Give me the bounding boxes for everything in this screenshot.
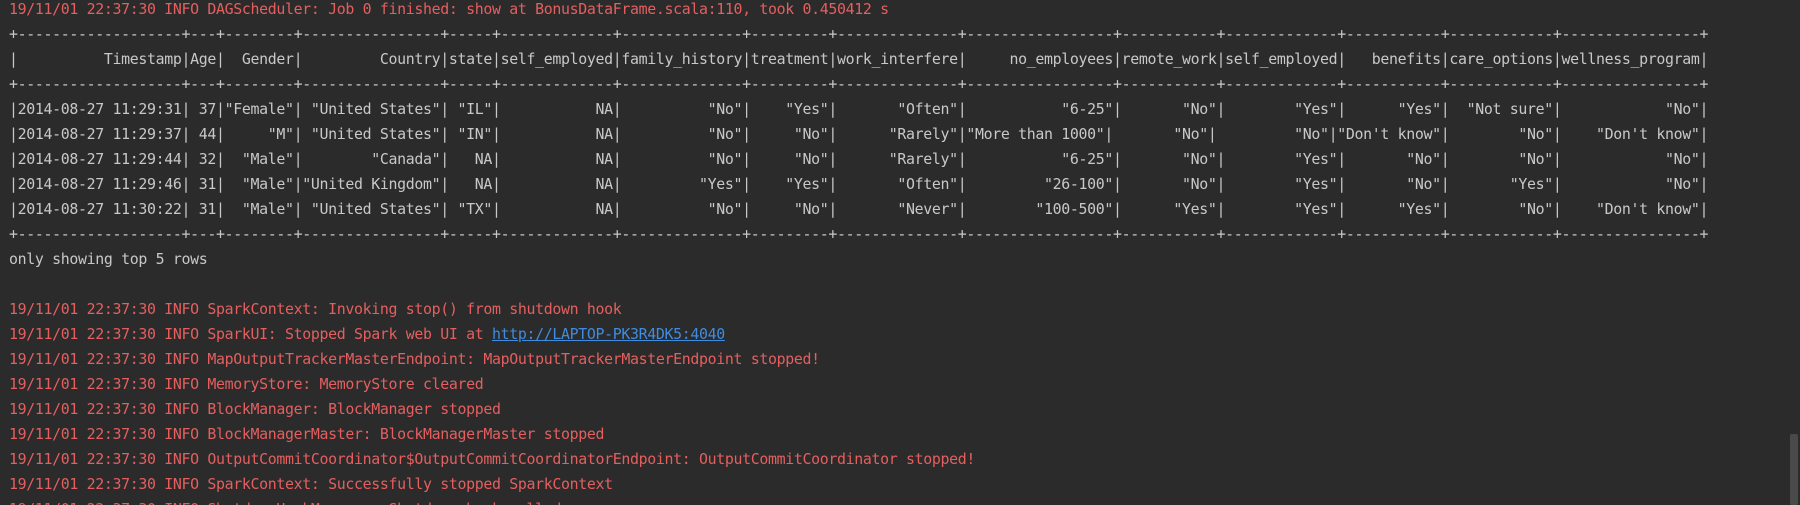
table-border: +-------------------+---+--------+------… [9,75,1709,93]
table-border: +-------------------+---+--------+------… [9,225,1709,243]
table-row: |2014-08-27 11:29:46| 31| "Male"|"United… [9,175,1709,193]
console-output[interactable]: 19/11/01 22:37:30 INFO DAGScheduler: Job… [0,0,1800,505]
table-row: |2014-08-27 11:30:22| 31| "Male"| "Unite… [9,200,1709,218]
table-row: |2014-08-27 11:29:37| 44| "M"| "United S… [9,125,1709,143]
log-line: 19/11/01 22:37:30 INFO DAGScheduler: Job… [9,0,889,18]
log-line: 19/11/01 22:37:30 INFO OutputCommitCoord… [9,450,975,468]
log-line-spark-ui: 19/11/01 22:37:30 INFO SparkUI: Stopped … [9,322,725,347]
partial-log-line: 19/11/01 22:37:30 INFO ShutdownHookManag… [9,497,729,505]
table-header: | Timestamp|Age| Gender| Country|state|s… [9,50,1709,68]
log-line: 19/11/01 22:37:30 INFO SparkContext: Suc… [9,475,613,493]
partial-log-line-text: 19/11/01 22:37:30 INFO ShutdownHookManag… [9,497,729,505]
log-line: 19/11/01 22:37:30 INFO MapOutputTrackerM… [9,350,820,368]
table-row: |2014-08-27 11:29:44| 32| "Male"| "Canad… [9,150,1709,168]
footer-note: only showing top 5 rows [9,250,208,268]
vertical-scrollbar[interactable] [1786,0,1800,505]
spark-ui-link[interactable]: http://LAPTOP-PK3R4DK5:4040 [492,325,725,343]
log-line: 19/11/01 22:37:30 INFO MemoryStore: Memo… [9,375,484,393]
table-row: |2014-08-27 11:29:31| 37|"Female"| "Unit… [9,100,1709,118]
log-line: 19/11/01 22:37:30 INFO BlockManager: Blo… [9,400,501,418]
log-line: 19/11/01 22:37:30 INFO SparkContext: Inv… [9,300,622,318]
log-line: 19/11/01 22:37:30 INFO BlockManagerMaste… [9,425,605,443]
scrollbar-thumb[interactable] [1790,434,1798,505]
log-line-text: 19/11/01 22:37:30 INFO SparkUI: Stopped … [9,325,492,343]
table-border: +-------------------+---+--------+------… [9,25,1709,43]
